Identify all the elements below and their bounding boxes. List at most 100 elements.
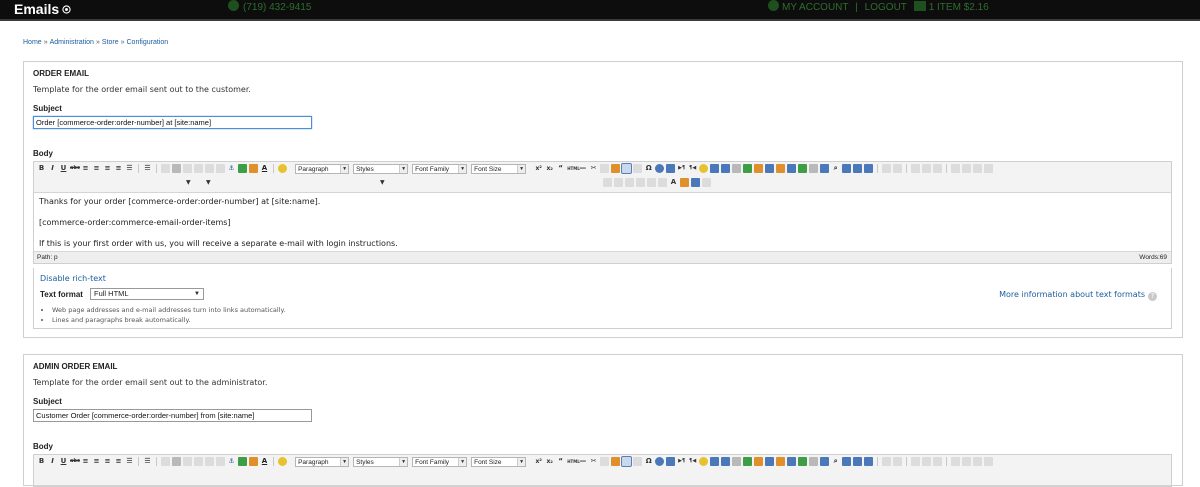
- horizontal-rule-icon[interactable]: —: [578, 457, 587, 466]
- copy-icon[interactable]: [600, 457, 610, 466]
- cart-summary[interactable]: 1 ITEM $2.16: [929, 2, 989, 13]
- insert-col-icon[interactable]: [647, 178, 656, 187]
- replace-icon[interactable]: [842, 457, 852, 466]
- html-icon[interactable]: HTML: [567, 457, 580, 466]
- unlink-icon[interactable]: [216, 457, 225, 466]
- iframe-icon[interactable]: [721, 164, 731, 173]
- numbered-list-icon[interactable]: ☰: [143, 164, 152, 173]
- form-icon[interactable]: [754, 164, 764, 173]
- maximize-icon[interactable]: [864, 164, 874, 173]
- cart-icon[interactable]: [913, 1, 926, 11]
- replace-icon[interactable]: [842, 164, 852, 173]
- paragraph-select[interactable]: Paragraph ▼: [295, 457, 350, 467]
- numbered-list-icon[interactable]: ☰: [143, 457, 152, 466]
- chevron-down-icon[interactable]: ▼: [206, 179, 211, 186]
- redo-icon[interactable]: [194, 457, 203, 466]
- special-char-icon[interactable]: Ω: [644, 164, 653, 173]
- template-icon[interactable]: [743, 164, 753, 173]
- more-info-link[interactable]: More information about text formats?: [999, 290, 1157, 301]
- pin-icon[interactable]: [973, 164, 983, 173]
- select-all-icon[interactable]: [922, 164, 932, 173]
- subject-input[interactable]: Order [commerce-order:order-number] at […: [33, 116, 312, 129]
- text-color-icon[interactable]: A: [260, 457, 269, 466]
- paragraph-select[interactable]: Paragraph ▼: [295, 164, 350, 174]
- show-blocks-icon[interactable]: [882, 457, 892, 466]
- editor-content[interactable]: Thanks for your order [commerce-order:or…: [34, 193, 1171, 251]
- image-icon[interactable]: [238, 164, 247, 173]
- breadcrumb-home[interactable]: Home: [23, 39, 42, 46]
- ltr-icon[interactable]: ▶¶: [677, 457, 686, 466]
- paste-word-icon[interactable]: [621, 456, 633, 467]
- table-icon[interactable]: [710, 457, 720, 466]
- pin-icon[interactable]: [973, 457, 983, 466]
- textfield-icon[interactable]: [787, 457, 797, 466]
- styles-select[interactable]: Styles ▼: [353, 457, 409, 467]
- bold-icon[interactable]: B: [37, 457, 46, 466]
- underline-icon[interactable]: U: [59, 164, 68, 173]
- page-break-icon[interactable]: [732, 457, 742, 466]
- paste-word-icon[interactable]: [621, 163, 633, 174]
- cut-icon[interactable]: ✂: [589, 164, 598, 173]
- preview-icon[interactable]: [893, 164, 903, 173]
- page-break-icon[interactable]: [732, 164, 742, 173]
- about-icon[interactable]: [984, 457, 994, 466]
- flash-icon[interactable]: [666, 164, 676, 173]
- new-page-icon[interactable]: [962, 457, 972, 466]
- select-field-icon[interactable]: [809, 164, 819, 173]
- paste-icon[interactable]: [611, 164, 621, 173]
- horizontal-rule-icon[interactable]: —: [578, 164, 587, 173]
- show-blocks-icon[interactable]: [882, 164, 892, 173]
- breadcrumb-configuration[interactable]: Configuration: [127, 39, 169, 46]
- iframe-icon[interactable]: [721, 457, 731, 466]
- align-right-icon[interactable]: ≡: [103, 457, 112, 466]
- my-account-link[interactable]: MY ACCOUNT: [782, 2, 849, 13]
- remove-format-icon[interactable]: [933, 457, 943, 466]
- about-icon[interactable]: [984, 164, 994, 173]
- template-icon[interactable]: [743, 457, 753, 466]
- background-color-icon[interactable]: [278, 164, 287, 173]
- blockquote-icon[interactable]: “: [556, 164, 565, 173]
- anchor-icon[interactable]: ⚓: [227, 457, 236, 466]
- breadcrumb-store[interactable]: Store: [102, 39, 119, 46]
- bullet-list-icon[interactable]: ☰: [125, 164, 134, 173]
- table-icon[interactable]: [710, 164, 720, 173]
- settings-icon[interactable]: [62, 5, 71, 14]
- font-size-select[interactable]: Font Size ▼: [471, 164, 527, 174]
- new-page-icon[interactable]: [962, 164, 972, 173]
- undo-icon[interactable]: [183, 457, 192, 466]
- element-path[interactable]: Path: p: [37, 254, 58, 261]
- bold-icon[interactable]: B: [37, 164, 46, 173]
- split-cell-icon[interactable]: [702, 178, 711, 187]
- strikethrough-icon[interactable]: abc: [70, 164, 80, 173]
- logout-link[interactable]: LOGOUT: [865, 2, 907, 13]
- subject-input[interactable]: Customer Order [commerce-order:order-num…: [33, 409, 312, 422]
- strikethrough-icon[interactable]: abc: [70, 457, 80, 466]
- blockquote-icon[interactable]: “: [556, 457, 565, 466]
- paste-icon[interactable]: [611, 457, 621, 466]
- ltr-icon[interactable]: ▶¶: [677, 164, 686, 173]
- cut-icon[interactable]: ✂: [589, 457, 598, 466]
- rtl-icon[interactable]: ¶◀: [688, 457, 697, 466]
- background-color-icon[interactable]: [278, 457, 287, 466]
- copy-icon[interactable]: [600, 164, 610, 173]
- superscript-icon[interactable]: x²: [534, 457, 543, 466]
- smiley-icon[interactable]: [699, 164, 709, 173]
- outdent-icon[interactable]: [161, 457, 170, 466]
- delete-col-icon[interactable]: [658, 178, 667, 187]
- subscript-icon[interactable]: x₂: [545, 164, 554, 173]
- chevron-down-icon[interactable]: ▼: [380, 179, 385, 186]
- html-icon[interactable]: HTML: [567, 164, 580, 173]
- redo-icon[interactable]: [194, 164, 203, 173]
- select-all-icon[interactable]: [922, 457, 932, 466]
- help-icon[interactable]: [655, 164, 665, 173]
- justify-icon[interactable]: ≡: [114, 164, 123, 173]
- image-icon[interactable]: [238, 457, 247, 466]
- maximize-icon[interactable]: [864, 457, 874, 466]
- radio-icon[interactable]: [776, 457, 786, 466]
- chevron-down-icon[interactable]: ▼: [186, 179, 191, 186]
- font-size-select[interactable]: Font Size ▼: [471, 457, 527, 467]
- print-icon[interactable]: [911, 457, 921, 466]
- table-props-icon[interactable]: [603, 178, 612, 187]
- find-icon[interactable]: ⌕: [831, 164, 840, 173]
- style-icon[interactable]: [680, 178, 689, 187]
